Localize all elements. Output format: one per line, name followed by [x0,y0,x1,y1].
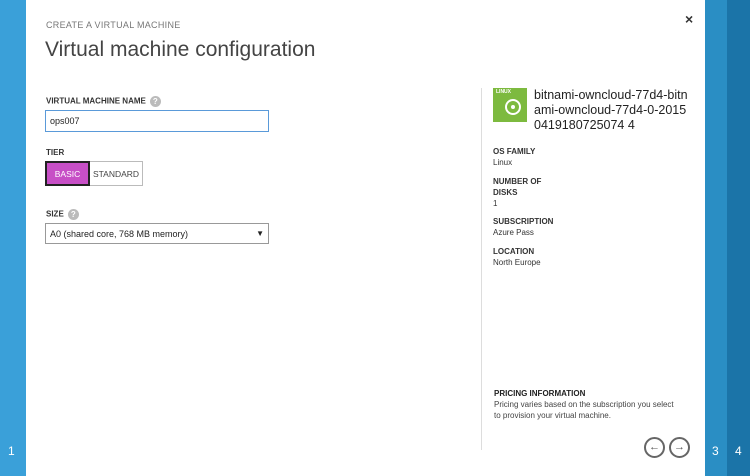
vm-name-input[interactable] [45,110,269,132]
pricing-info: PRICING INFORMATION Pricing varies based… [494,388,674,421]
pricing-label: PRICING INFORMATION [494,389,586,398]
location-block: LOCATION North Europe [493,246,541,268]
chevron-down-icon: ▼ [256,229,264,238]
vm-name-label-row: VIRTUAL MACHINE NAME? [46,96,161,107]
disks-value: 1 [493,199,498,208]
subscription-value: Azure Pass [493,228,534,237]
size-select[interactable]: A0 (shared core, 768 MB memory) ▼ [45,223,269,244]
os-family-block: OS FAMILY Linux [493,146,535,168]
pricing-text: Pricing varies based on the subscription… [494,400,674,420]
wizard-step-rail-left[interactable]: 1 [0,0,26,476]
tier-toggle-group: BASIC STANDARD [45,161,143,186]
help-icon[interactable]: ? [67,209,79,220]
size-label-row: SIZE? [46,209,79,220]
wizard-step-rail-4[interactable]: 4 [727,0,750,476]
close-icon[interactable]: × [685,11,693,27]
size-label: SIZE [46,209,64,219]
subscription-label: SUBSCRIPTION [493,217,554,226]
step-number-3[interactable]: 3 [712,444,719,458]
tier-standard-button[interactable]: STANDARD [90,161,143,186]
location-label: LOCATION [493,247,535,256]
help-icon[interactable]: ? [149,96,161,107]
image-name: bitnami-owncloud-77d4-bitnami-owncloud-7… [534,88,688,132]
size-select-value: A0 (shared core, 768 MB memory) [50,228,189,239]
panel-divider [481,88,482,450]
subscription-block: SUBSCRIPTION Azure Pass [493,216,553,238]
arrow-left-icon[interactable]: ← [644,437,665,458]
disks-block: NUMBER OF DISKS 1 [493,176,553,209]
tier-label: TIER [46,148,65,157]
os-family-value: Linux [493,158,513,167]
arrow-right-icon[interactable]: → [669,437,690,458]
step-number-4[interactable]: 4 [735,444,742,458]
disk-icon [505,99,521,115]
step-number-1[interactable]: 1 [8,444,15,458]
page-title: Virtual machine configuration [45,38,316,61]
linux-os-badge: LINUX [493,88,527,122]
os-family-label: OS FAMILY [493,147,536,156]
tier-basic-button[interactable]: BASIC [45,161,90,186]
location-value: North Europe [493,258,541,267]
disks-label: NUMBER OF DISKS [493,177,542,197]
wizard-step-rail-3[interactable]: 3 [705,0,727,476]
os-badge-label: LINUX [496,89,511,95]
vm-name-label: VIRTUAL MACHINE NAME [46,96,146,106]
wizard-overline: CREATE A VIRTUAL MACHINE [46,20,181,30]
